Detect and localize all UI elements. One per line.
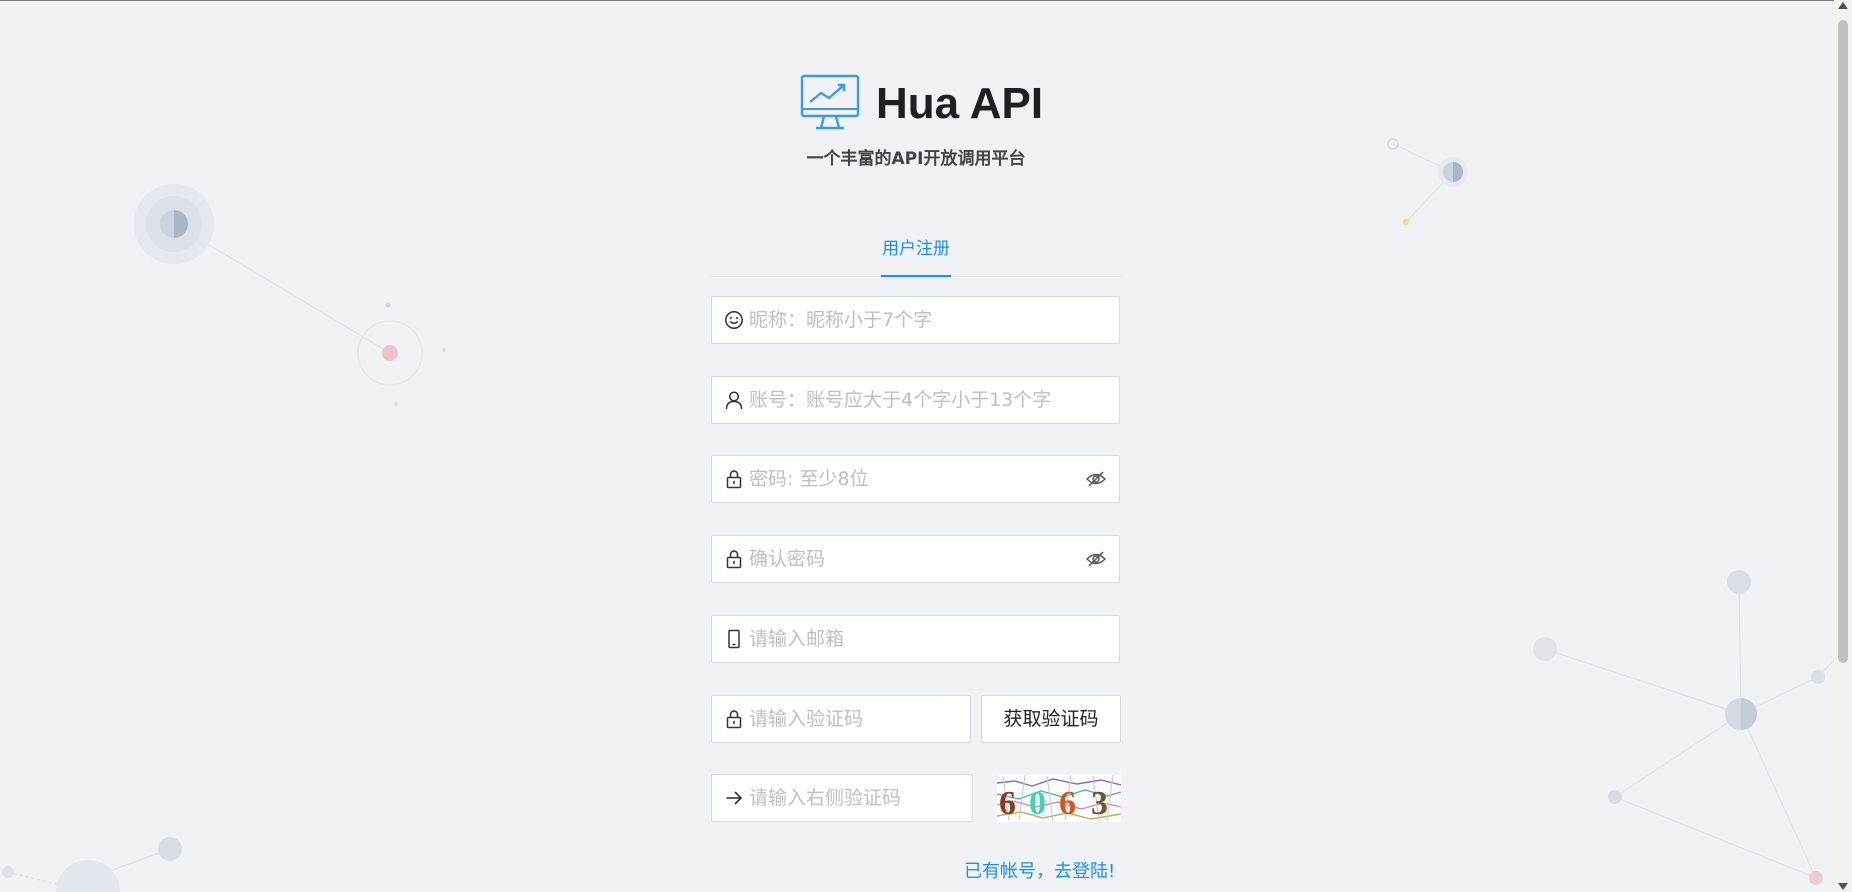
email-code-field xyxy=(711,695,971,743)
captcha-char: 6 xyxy=(1059,785,1076,822)
tab-bar: 用户注册 xyxy=(711,236,1121,277)
captcha-field xyxy=(711,774,973,822)
password-input[interactable] xyxy=(749,456,1069,502)
go-login-link[interactable]: 已有帐号，去登陆! xyxy=(964,857,1115,883)
eye-invisible-icon[interactable] xyxy=(1085,549,1107,569)
captcha-char: 0 xyxy=(1029,785,1046,822)
email-code-input[interactable] xyxy=(749,696,959,742)
eye-invisible-icon[interactable] xyxy=(1085,469,1107,489)
tab-register[interactable]: 用户注册 xyxy=(881,236,951,277)
user-icon xyxy=(725,391,743,410)
captcha-input[interactable] xyxy=(749,775,959,821)
scroll-down-arrow-icon[interactable] xyxy=(1838,883,1848,890)
background-network-decoration xyxy=(2,138,1834,892)
lock-icon xyxy=(726,710,742,729)
email-input[interactable] xyxy=(749,616,1069,662)
nickname-field xyxy=(711,296,1120,344)
account-field xyxy=(711,376,1120,424)
smile-icon xyxy=(725,311,743,329)
confirm-password-input[interactable] xyxy=(749,536,1069,582)
scrollbar-thumb[interactable] xyxy=(1838,20,1848,663)
lock-icon xyxy=(726,550,742,569)
nickname-input[interactable] xyxy=(749,297,1069,343)
password-field xyxy=(711,455,1120,503)
window-top-border xyxy=(0,0,1834,1)
vertical-scrollbar[interactable] xyxy=(1834,0,1852,892)
arrow-right-icon xyxy=(726,791,743,805)
captcha-char: 3 xyxy=(1091,785,1108,822)
scroll-up-arrow-icon[interactable] xyxy=(1838,2,1848,9)
captcha-image[interactable]: 6 0 6 3 xyxy=(997,774,1121,822)
monitor-trending-up-icon xyxy=(800,74,860,130)
send-code-button[interactable]: 获取验证码 xyxy=(981,695,1121,743)
captcha-char: 6 xyxy=(999,785,1016,822)
mobile-icon xyxy=(728,629,740,649)
confirm-password-field xyxy=(711,535,1120,583)
app-subtitle: 一个丰富的API开放调用平台 xyxy=(806,149,1026,169)
account-input[interactable] xyxy=(749,377,1069,423)
lock-icon xyxy=(726,470,742,489)
app-title: Hua API xyxy=(876,79,1044,128)
email-field xyxy=(711,615,1120,663)
